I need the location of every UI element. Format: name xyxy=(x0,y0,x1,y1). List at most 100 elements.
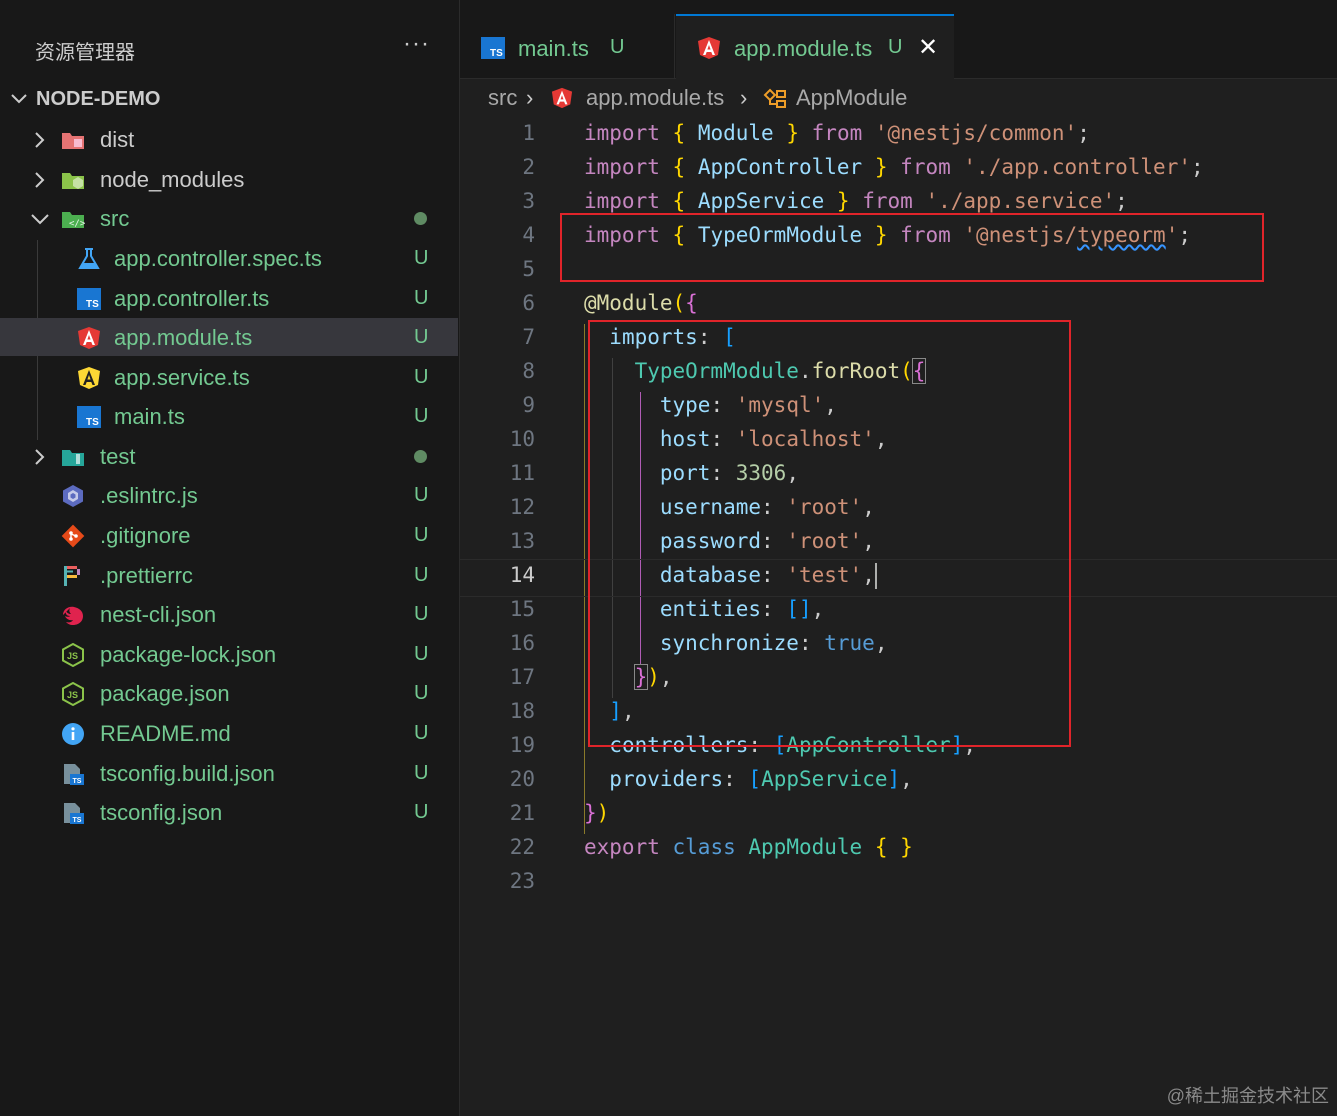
tree-item-label: src xyxy=(100,206,130,231)
svg-text:</>: </> xyxy=(69,219,86,229)
tree-item-tsconfig[interactable]: TS tsconfig.json U xyxy=(0,793,458,831)
tree-item-package[interactable]: JS package.json U xyxy=(0,674,458,712)
tree-item-label: package.json xyxy=(100,681,230,706)
tree-item-tsconfig-build[interactable]: TS tsconfig.build.json U xyxy=(0,754,458,792)
line-number: 22 xyxy=(509,835,535,859)
line-number: 1 xyxy=(522,121,535,145)
tab-main-ts[interactable]: TS main.ts U xyxy=(460,14,675,78)
line-number: 19 xyxy=(509,733,535,757)
tree-item-src[interactable]: </> src xyxy=(0,199,458,237)
tree-item-label: nest-cli.json xyxy=(100,602,217,627)
folder-test-icon xyxy=(62,450,84,466)
chevron-right-icon: › xyxy=(526,85,534,110)
breadcrumb-symbol[interactable]: AppModule xyxy=(796,85,907,111)
line-number: 3 xyxy=(522,189,535,213)
tree-item-label: app.controller.spec.ts xyxy=(114,246,322,271)
tree-item-gitignore[interactable]: .gitignore U xyxy=(0,516,458,554)
close-icon[interactable]: ✕ xyxy=(918,33,938,62)
tab-app-module-ts[interactable]: app.module.ts U ✕ xyxy=(676,14,954,81)
status-badge: U xyxy=(414,287,429,309)
tab-status: U xyxy=(610,36,625,58)
svg-text:TS: TS xyxy=(490,48,503,59)
tree-item-label: app.controller.ts xyxy=(114,286,270,311)
tree-item-label: tsconfig.build.json xyxy=(100,761,275,786)
code-line: 1 import { Module } from '@nestjs/common'… xyxy=(460,118,1337,152)
line-number: 14 xyxy=(509,563,535,587)
status-badge: U xyxy=(414,643,429,665)
line-number: 8 xyxy=(522,359,535,383)
line-number: 23 xyxy=(509,869,535,893)
tree-item-node-modules[interactable]: node_modules xyxy=(0,160,458,198)
tree-item-main[interactable]: TS main.ts U xyxy=(0,397,458,435)
tree-item-label: dist xyxy=(100,127,135,152)
editor-tab-bar: TS main.ts U app.module.ts U ✕ xyxy=(460,14,1337,81)
chevron-right-icon xyxy=(35,132,45,148)
status-badge: U xyxy=(414,366,429,388)
tree-item-package-lock[interactable]: JS package-lock.json U xyxy=(0,635,458,673)
breadcrumb-folder[interactable]: src xyxy=(488,85,517,111)
chevron-right-icon xyxy=(35,172,45,188)
tree-item-label: test xyxy=(100,444,136,469)
line-number: 9 xyxy=(522,393,535,417)
tree-item-nest-cli[interactable]: nest-cli.json U xyxy=(0,595,458,633)
status-badge: U xyxy=(414,564,429,586)
chevron-down-icon xyxy=(11,94,27,104)
project-header[interactable]: NODE-DEMO xyxy=(0,84,459,114)
chevron-right-icon xyxy=(35,449,45,465)
code-text: @Module({ xyxy=(584,291,698,315)
tree-item-eslintrc[interactable]: .eslintrc.js U xyxy=(0,476,458,514)
line-number: 18 xyxy=(509,699,535,723)
code-text: import { Module } from '@nestjs/common'; xyxy=(584,121,1090,145)
tree-item-label: .eslintrc.js xyxy=(100,483,198,508)
status-badge: U xyxy=(414,484,429,506)
angular-icon xyxy=(698,37,720,59)
folder-node-icon xyxy=(62,173,84,189)
line-number: 13 xyxy=(509,529,535,553)
status-badge: U xyxy=(414,682,429,704)
chevron-down-icon xyxy=(31,214,49,225)
tree-item-label: app.module.ts xyxy=(114,325,253,350)
tab-label: main.ts xyxy=(518,36,589,61)
status-badge: U xyxy=(414,762,429,784)
line-number: 4 xyxy=(522,223,535,247)
code-line: 2 import { AppController } from './app.co… xyxy=(460,152,1337,186)
svg-text:TS: TS xyxy=(86,299,99,310)
tree-item-label: node_modules xyxy=(100,167,245,192)
tree-item-dist[interactable]: dist xyxy=(0,120,458,158)
tree-item-app-controller[interactable]: TS app.controller.ts U xyxy=(0,279,458,317)
nodejs-icon: JS xyxy=(62,643,84,667)
tsconfig-icon: TS xyxy=(64,803,84,824)
tab-label: app.module.ts xyxy=(734,36,873,61)
highlight-box-config xyxy=(588,320,1071,747)
code-text: import { AppService } from './app.servic… xyxy=(584,189,1128,213)
code-text: import { AppController } from './app.con… xyxy=(584,155,1204,179)
status-dot xyxy=(414,212,427,225)
folder-dist-icon xyxy=(62,133,84,149)
tree-item-app-controller-spec[interactable]: app.controller.spec.ts U xyxy=(0,239,458,277)
tree-item-label: package-lock.json xyxy=(100,642,277,667)
tree-item-label: main.ts xyxy=(114,404,185,429)
line-number: 15 xyxy=(509,597,535,621)
tree-item-test[interactable]: test xyxy=(0,437,458,475)
highlight-box-import xyxy=(560,213,1264,282)
status-badge: U xyxy=(414,603,429,625)
test-flask-icon xyxy=(78,248,100,269)
nest-icon xyxy=(63,606,83,625)
tree-item-prettierrc[interactable]: .prettierrc U xyxy=(0,556,458,594)
angular-icon xyxy=(78,327,100,349)
svg-text:JS: JS xyxy=(67,651,78,661)
svg-text:JS: JS xyxy=(67,690,78,700)
svg-text:TS: TS xyxy=(73,778,82,785)
project-name: NODE-DEMO xyxy=(36,88,161,110)
breadcrumb-file[interactable]: app.module.ts xyxy=(586,85,724,111)
status-badge: U xyxy=(414,247,429,269)
tree-item-readme[interactable]: README.md U xyxy=(0,714,458,752)
git-icon xyxy=(61,524,85,548)
chevron-right-icon: › xyxy=(740,85,748,110)
code-text: }) xyxy=(584,801,610,825)
tree-item-app-service[interactable]: app.service.ts U xyxy=(0,358,458,396)
more-actions-icon[interactable]: ··· xyxy=(403,30,430,58)
typescript-icon: TS xyxy=(77,406,101,428)
line-number: 6 xyxy=(522,291,535,315)
tree-item-app-module[interactable]: app.module.ts U xyxy=(0,318,458,356)
